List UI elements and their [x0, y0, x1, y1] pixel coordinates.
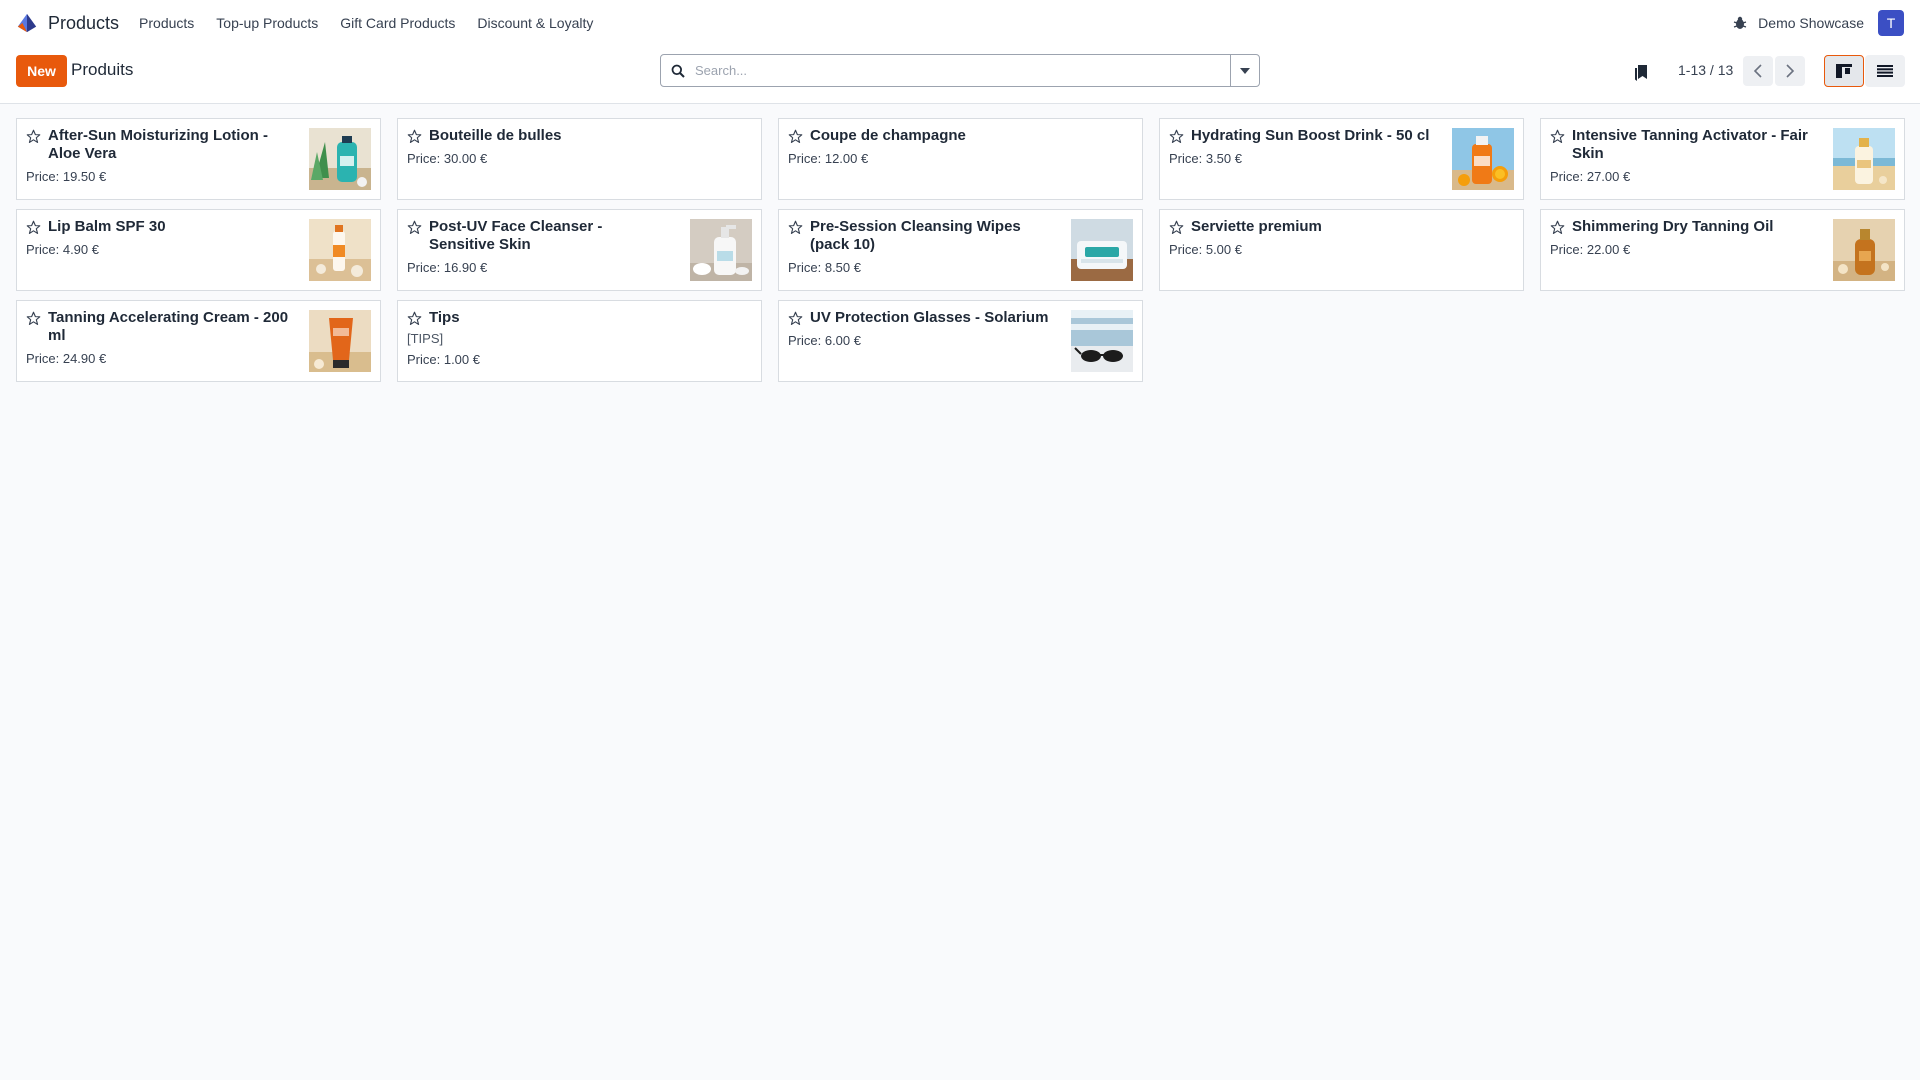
product-price: Price: 1.00 €: [407, 352, 480, 367]
chevron-left-icon: [1753, 64, 1762, 78]
product-image: [1833, 128, 1895, 190]
star-icon[interactable]: [26, 129, 41, 144]
pager-next-button[interactable]: [1775, 56, 1805, 86]
product-code: [TIPS]: [407, 331, 444, 346]
user-avatar[interactable]: T: [1878, 10, 1904, 36]
star-icon[interactable]: [788, 129, 803, 144]
kanban-grid: After-Sun Moisturizing Lotion - Aloe Ver…: [16, 118, 1905, 382]
new-button[interactable]: New: [16, 55, 67, 87]
cream-tube-photo-icon: [309, 310, 371, 372]
search-icon: [671, 64, 685, 78]
product-card[interactable]: Post-UV Face Cleanser - Sensitive Skin P…: [397, 209, 762, 291]
product-image: [1452, 128, 1514, 190]
product-card[interactable]: Serviette premium Price: 5.00 €: [1159, 209, 1524, 291]
product-image: [1833, 219, 1895, 281]
page-title: Produits: [71, 60, 134, 79]
product-card[interactable]: Hydrating Sun Boost Drink - 50 cl Price:…: [1159, 118, 1524, 200]
product-image: [690, 219, 752, 281]
favorites-bookmark-icon[interactable]: [1634, 64, 1648, 82]
star-icon[interactable]: [1550, 220, 1565, 235]
product-name: Tanning Accelerating Cream - 200 ml: [48, 309, 289, 344]
star-icon[interactable]: [407, 220, 422, 235]
menu-discount-loyalty[interactable]: Discount & Loyalty: [477, 15, 593, 31]
tanning-oil-photo-icon: [1833, 219, 1895, 281]
product-image: [309, 310, 371, 372]
product-card[interactable]: After-Sun Moisturizing Lotion - Aloe Ver…: [16, 118, 381, 200]
product-card[interactable]: Tips [TIPS] Price: 1.00 €: [397, 300, 762, 382]
star-icon[interactable]: [26, 220, 41, 235]
star-icon[interactable]: [1169, 129, 1184, 144]
chevron-right-icon: [1786, 64, 1795, 78]
star-icon[interactable]: [407, 311, 422, 326]
lip-balm-photo-icon: [309, 219, 371, 281]
product-name: Pre-Session Cleansing Wipes (pack 10): [810, 218, 1021, 253]
product-name: Bouteille de bulles: [429, 127, 562, 144]
product-name: Hydrating Sun Boost Drink - 50 cl: [1191, 127, 1430, 144]
uv-glasses-photo-icon: [1071, 310, 1133, 372]
product-card[interactable]: UV Protection Glasses - Solarium Price: …: [778, 300, 1143, 382]
pager-value[interactable]: 1-13 / 13: [1678, 62, 1733, 78]
star-icon[interactable]: [1169, 220, 1184, 235]
product-image: [1071, 310, 1133, 372]
product-price: Price: 30.00 €: [407, 151, 488, 166]
product-card[interactable]: Intensive Tanning Activator - Fair Skin …: [1540, 118, 1905, 200]
kanban-view-button[interactable]: [1824, 55, 1864, 87]
app-name[interactable]: Products: [48, 13, 119, 34]
star-icon[interactable]: [788, 220, 803, 235]
star-icon[interactable]: [1550, 129, 1565, 144]
product-name: UV Protection Glasses - Solarium: [810, 309, 1049, 326]
product-name: Lip Balm SPF 30: [48, 218, 166, 235]
menu-gift-card-products[interactable]: Gift Card Products: [340, 15, 455, 31]
menu-products[interactable]: Products: [139, 15, 194, 31]
top-navbar: Products Products Top-up Products Gift C…: [0, 0, 1920, 46]
app-logo-icon[interactable]: [16, 12, 38, 34]
activator-bottle-photo-icon: [1833, 128, 1895, 190]
product-name: Shimmering Dry Tanning Oil: [1572, 218, 1774, 235]
pager-previous-button[interactable]: [1743, 56, 1773, 86]
product-price: Price: 12.00 €: [788, 151, 869, 166]
product-name: Post-UV Face Cleanser - Sensitive Skin: [429, 218, 603, 253]
search-options-toggle[interactable]: [1230, 55, 1259, 86]
product-price: Price: 5.00 €: [1169, 242, 1242, 257]
product-card[interactable]: Lip Balm SPF 30 Price: 4.90 €: [16, 209, 381, 291]
product-card[interactable]: Coupe de champagne Price: 12.00 €: [778, 118, 1143, 200]
product-card[interactable]: Bouteille de bulles Price: 30.00 €: [397, 118, 762, 200]
orange-drink-photo-icon: [1452, 128, 1514, 190]
navbar-right: Demo Showcase T: [1732, 10, 1904, 36]
debug-bug-icon[interactable]: [1732, 15, 1748, 31]
search-bar: [660, 54, 1260, 87]
list-icon: [1877, 65, 1893, 77]
star-icon[interactable]: [407, 129, 422, 144]
product-name: After-Sun Moisturizing Lotion - Aloe Ver…: [48, 127, 268, 162]
cleanser-bottle-photo-icon: [690, 219, 752, 281]
product-name: Tips: [429, 309, 460, 326]
company-switcher[interactable]: Demo Showcase: [1758, 15, 1864, 31]
product-card[interactable]: Shimmering Dry Tanning Oil Price: 22.00 …: [1540, 209, 1905, 291]
menu-topup-products[interactable]: Top-up Products: [216, 15, 318, 31]
control-panel: New Produits 1-13 / 13: [0, 46, 1920, 104]
star-icon[interactable]: [788, 311, 803, 326]
list-view-button[interactable]: [1865, 55, 1905, 87]
search-input[interactable]: [695, 55, 1230, 86]
wipes-pack-photo-icon: [1071, 219, 1133, 281]
product-image: [309, 219, 371, 281]
product-image: [309, 128, 371, 190]
product-name: Serviette premium: [1191, 218, 1322, 235]
kanban-icon: [1836, 64, 1852, 78]
product-name: Coupe de champagne: [810, 127, 966, 144]
caret-down-icon: [1240, 67, 1250, 74]
star-icon[interactable]: [26, 311, 41, 326]
product-card[interactable]: Tanning Accelerating Cream - 200 ml Pric…: [16, 300, 381, 382]
aloe-lotion-photo-icon: [309, 128, 371, 190]
search-icon-wrap: [661, 64, 695, 78]
product-name: Intensive Tanning Activator - Fair Skin: [1572, 127, 1808, 162]
product-card[interactable]: Pre-Session Cleansing Wipes (pack 10) Pr…: [778, 209, 1143, 291]
product-image: [1071, 219, 1133, 281]
